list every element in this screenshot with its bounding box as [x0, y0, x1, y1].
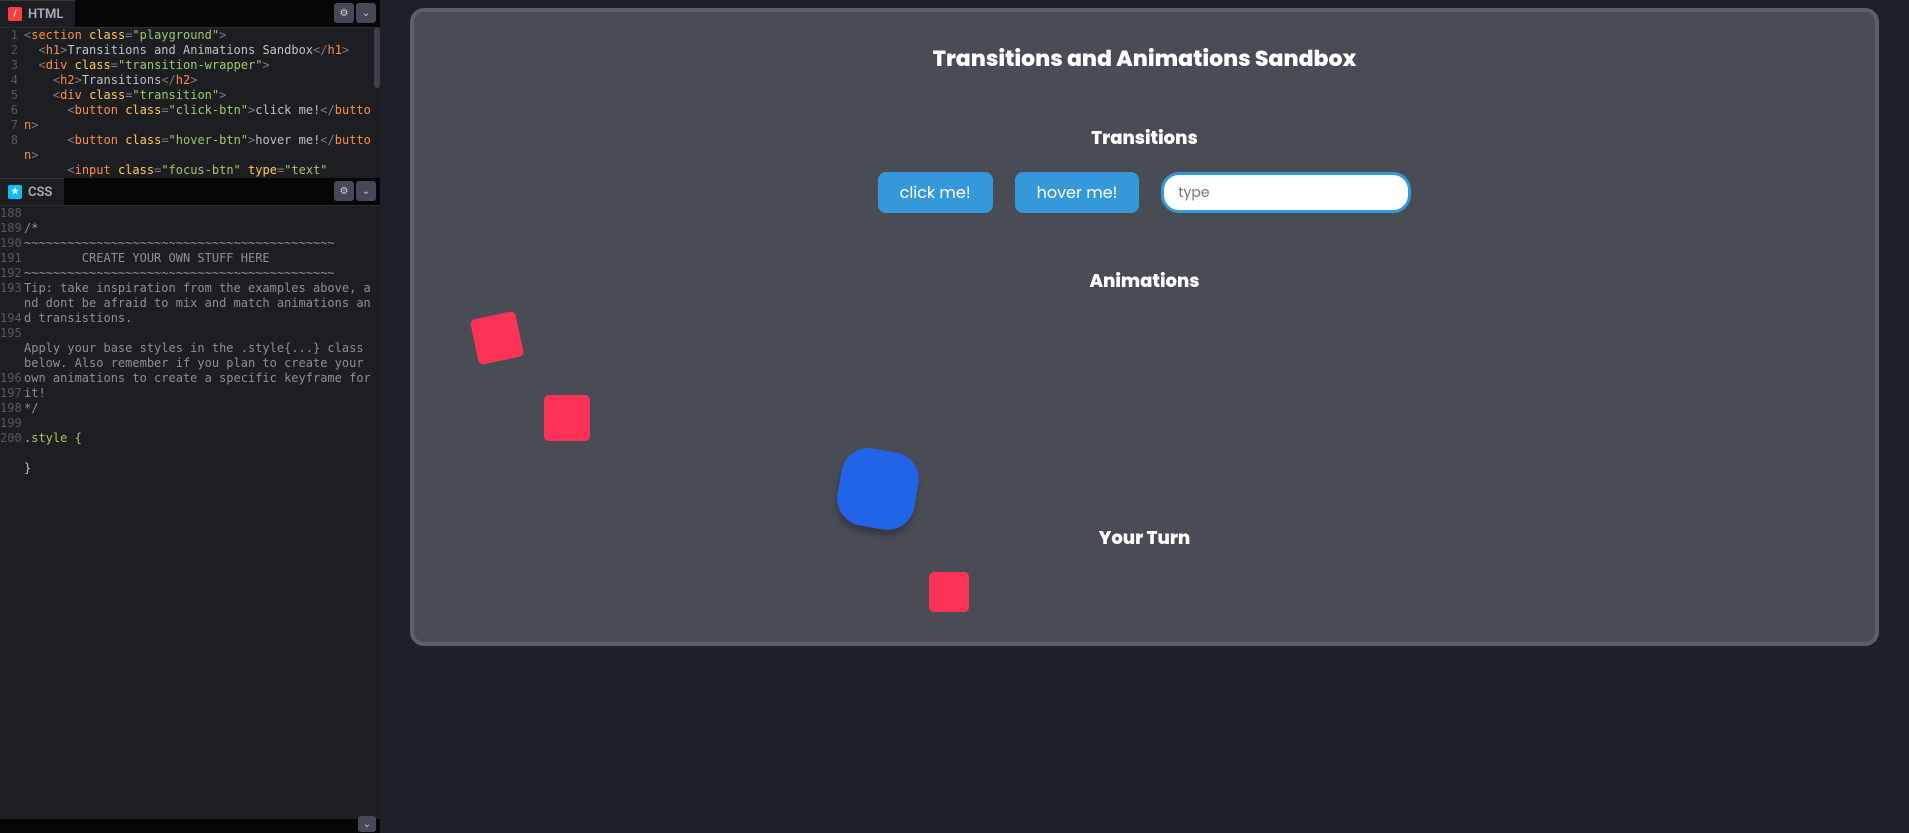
line-number: 188 — [0, 206, 18, 221]
line-number: 195 — [0, 326, 18, 341]
hover-button[interactable]: hover me! — [1015, 172, 1140, 213]
animations-heading: Animations — [434, 268, 1855, 295]
html-panel-tools: ⚙ ⌄ — [334, 3, 376, 23]
morph-circle — [833, 444, 923, 534]
style-box — [929, 572, 969, 612]
yourturn-heading: Your Turn — [434, 525, 1855, 552]
css-line: ~~~~~~~~~~~~~~~~~~~~~~~~~~~~~~~~~~~~~~~~… — [24, 236, 335, 250]
css-tab[interactable]: ★ CSS — [0, 178, 64, 205]
chevron-down-icon[interactable]: ⌄ — [358, 816, 376, 832]
transition-row: click me! hover me! — [434, 172, 1855, 213]
css-line: Apply your base styles in the .style{...… — [24, 341, 378, 400]
html-tab-label: HTML — [28, 7, 63, 22]
animation-stage — [434, 315, 1855, 515]
line-number: 1 — [0, 28, 18, 43]
css-line: /* — [24, 221, 38, 235]
line-number: 6 — [0, 103, 18, 118]
css-icon: ★ — [8, 185, 22, 199]
animation-wrapper: Animations — [434, 268, 1855, 515]
css-panel: ★ CSS ⚙ ⌄ 188 189 190 191 192 193 194 19… — [0, 178, 380, 819]
css-line: .style { — [24, 431, 82, 445]
css-panel-tools: ⚙ ⌄ — [334, 181, 376, 201]
transitions-heading: Transitions — [434, 125, 1855, 152]
css-tab-label: CSS — [28, 185, 52, 200]
css-line: CREATE YOUR OWN STUFF HERE — [24, 251, 270, 265]
line-number: 200 — [0, 431, 18, 446]
line-number: 5 — [0, 88, 18, 103]
line-number: 197 — [0, 386, 18, 401]
line-number: 7 — [0, 118, 18, 133]
line-number: 191 — [0, 251, 18, 266]
line-number: 3 — [0, 58, 18, 73]
page-title: Transitions and Animations Sandbox — [434, 42, 1855, 75]
transition-wrapper: Transitions click me! hover me! — [434, 125, 1855, 213]
html-gutter: 1 2 3 4 5 6 7 8 — [0, 28, 24, 178]
line-number: 194 — [0, 311, 18, 326]
playground-section: Transitions and Animations Sandbox Trans… — [410, 8, 1879, 646]
line-number: 196 — [0, 371, 18, 386]
html-icon: / — [8, 7, 22, 21]
bounce-box — [544, 395, 590, 441]
line-number: 2 — [0, 43, 18, 58]
css-line: Tip: take inspiration from the examples … — [24, 281, 371, 325]
line-number: 190 — [0, 236, 18, 251]
line-number: 8 — [0, 133, 18, 148]
scrollbar[interactable] — [374, 28, 380, 178]
html-code-area[interactable]: 1 2 3 4 5 6 7 8 <section class="playgrou… — [0, 28, 380, 178]
chevron-down-icon[interactable]: ⌄ — [356, 3, 376, 23]
css-line: */ — [24, 401, 38, 415]
yourturn-wrapper: Your Turn — [434, 525, 1855, 612]
gear-icon[interactable]: ⚙ — [334, 181, 354, 201]
line-number: 199 — [0, 416, 18, 431]
spin-box — [470, 311, 525, 366]
line-number: 193 — [0, 281, 18, 296]
html-panel: / HTML ⚙ ⌄ 1 2 3 4 5 6 7 8 <section clas… — [0, 0, 380, 178]
line-number: 192 — [0, 266, 18, 281]
css-code[interactable]: /* ~~~~~~~~~~~~~~~~~~~~~~~~~~~~~~~~~~~~~… — [24, 206, 380, 819]
css-code-area[interactable]: 188 189 190 191 192 193 194 195 196 197 … — [0, 206, 380, 819]
editor-column: / HTML ⚙ ⌄ 1 2 3 4 5 6 7 8 <section clas… — [0, 0, 380, 833]
html-code[interactable]: <section class="playground"> <h1>Transit… — [24, 28, 380, 178]
preview-document: Transitions and Animations Sandbox Trans… — [380, 0, 1909, 833]
gear-icon[interactable]: ⚙ — [334, 3, 354, 23]
css-panel-header: ★ CSS ⚙ ⌄ — [0, 178, 380, 206]
html-tab[interactable]: / HTML — [0, 0, 75, 27]
html-panel-header: / HTML ⚙ ⌄ — [0, 0, 380, 28]
line-number: 4 — [0, 73, 18, 88]
click-button[interactable]: click me! — [878, 172, 993, 213]
line-number: 189 — [0, 221, 18, 236]
chevron-down-icon[interactable]: ⌄ — [356, 181, 376, 201]
line-number: 198 — [0, 401, 18, 416]
css-gutter: 188 189 190 191 192 193 194 195 196 197 … — [0, 206, 24, 819]
focus-input[interactable] — [1161, 172, 1411, 213]
css-line: } — [24, 461, 31, 475]
js-panel-collapsed[interactable]: ⌄ — [0, 819, 380, 833]
preview-pane: Transitions and Animations Sandbox Trans… — [380, 0, 1909, 833]
css-line: ~~~~~~~~~~~~~~~~~~~~~~~~~~~~~~~~~~~~~~~~… — [24, 266, 335, 280]
